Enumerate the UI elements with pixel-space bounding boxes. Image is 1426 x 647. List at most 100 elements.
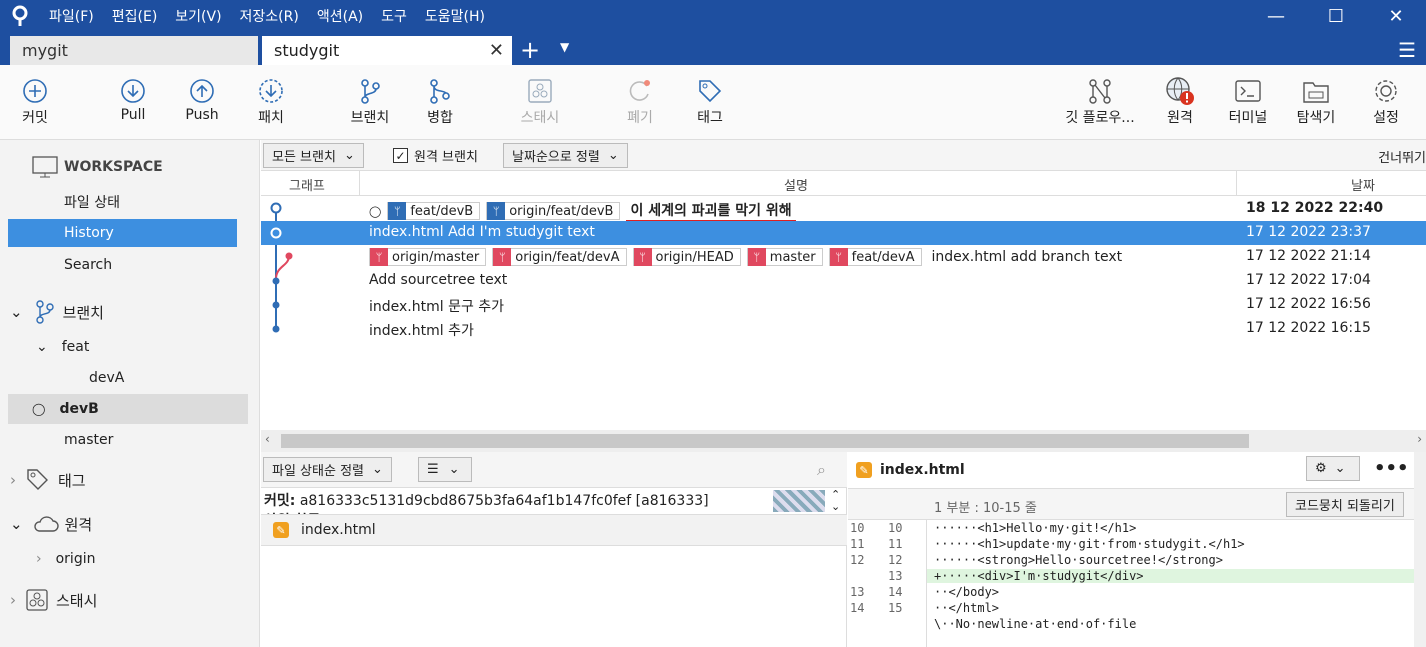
checkbox-checked-icon: ✓: [393, 148, 408, 163]
skip-label[interactable]: 건너뛰기: [1378, 147, 1426, 166]
merge-button[interactable]: 병합: [405, 75, 475, 127]
close-window-icon[interactable]: ✕: [1366, 0, 1426, 32]
menu-repository[interactable]: 저장소(R): [231, 6, 308, 26]
commit-row-selected[interactable]: index.html Add I'm studygit text 17 12 2…: [261, 221, 1426, 245]
commit-info: 커밋: a816333c5131d9cbd8675b3fa64af1b147fc…: [264, 493, 709, 509]
file-item[interactable]: ✎ index.html: [261, 514, 847, 546]
list-icon: ☰: [427, 462, 439, 477]
tab-bar: mygit studygit ✕ + ▼ ☰: [0, 32, 1426, 65]
diff-line: 14 15 ··</html>: [850, 601, 1000, 615]
new-tab-icon[interactable]: +: [520, 36, 540, 64]
terminal-button[interactable]: 터미널: [1213, 75, 1283, 127]
discard-button[interactable]: 폐기: [605, 75, 675, 127]
sidebar-stashes-header[interactable]: › 스태시: [10, 586, 97, 614]
diff-line: 10 10 ······<h1>Hello·my·git!</h1>: [850, 521, 1137, 535]
all-branches-dropdown[interactable]: 모든 브랜치 ⌄: [263, 143, 364, 168]
commit-icon: [0, 75, 70, 107]
hamburger-menu-icon[interactable]: ☰: [1398, 38, 1416, 62]
close-tab-icon[interactable]: ✕: [489, 40, 504, 61]
menu-view[interactable]: 보기(V): [166, 6, 230, 26]
current-branch-icon: ◯: [32, 402, 46, 416]
chevron-right-icon: ›: [36, 551, 42, 567]
sidebar-branch-devA[interactable]: devA: [89, 364, 124, 392]
pull-button[interactable]: Pull: [98, 75, 168, 123]
maximize-icon[interactable]: ☐: [1306, 0, 1366, 32]
tab-studygit[interactable]: studygit ✕: [262, 36, 512, 65]
sidebar-branch-devB[interactable]: ◯ devB: [8, 394, 248, 424]
search-icon[interactable]: ⌕: [817, 460, 826, 480]
title-bar: 파일(F) 편집(E) 보기(V) 저장소(R) 액션(A) 도구 도움말(H)…: [0, 0, 1426, 32]
sidebar-branch-master[interactable]: master: [64, 426, 113, 454]
commit-row[interactable]: index.html 문구 추가 17 12 2022 16:56: [261, 293, 1426, 317]
menu-help[interactable]: 도움말(H): [416, 6, 494, 26]
column-description[interactable]: 설명: [784, 175, 808, 194]
push-button[interactable]: Push: [167, 75, 237, 123]
patch-button[interactable]: 패치: [236, 75, 306, 127]
commit-row[interactable]: ᛘ origin/master ᛘ origin/feat/devA ᛘ origin…: [261, 245, 1426, 269]
tab-dropdown-icon[interactable]: ▼: [560, 40, 569, 54]
branch-icon: [335, 75, 405, 107]
explorer-button[interactable]: 탐색기: [1281, 75, 1351, 127]
commit-row[interactable]: ◯ ᛘ feat/devB ᛘ origin/feat/devB 이 세계의 파괴를…: [261, 197, 1426, 222]
branch-button[interactable]: 브랜치: [335, 75, 405, 127]
sidebar-branches-header[interactable]: ⌄ 브랜치: [10, 298, 104, 326]
settings-button[interactable]: 설정: [1351, 75, 1421, 127]
push-icon: [167, 75, 237, 107]
scrollbar-thumb[interactable]: [281, 434, 1249, 448]
branch-tag: ᛘ origin/HEAD: [632, 248, 741, 266]
sidebar-item-search[interactable]: Search: [64, 251, 112, 279]
terminal-icon: [1213, 75, 1283, 107]
workspace-header: WORKSPACE: [32, 153, 163, 181]
branch-icon: ᛘ: [747, 248, 766, 266]
git-flow-button[interactable]: 깃 플로우...: [1058, 75, 1142, 127]
sidebar-tags-header[interactable]: › 태그: [10, 466, 86, 494]
branch-icon: ᛘ: [370, 248, 388, 266]
more-options-icon[interactable]: •••: [1374, 458, 1409, 479]
sidebar: WORKSPACE 파일 상태 History Search ⌄ 브랜치 ⌄ f…: [0, 140, 260, 647]
menu-edit[interactable]: 편집(E): [103, 6, 167, 26]
branch-tag: ᛘ feat/devB: [387, 202, 481, 220]
sidebar-item-history[interactable]: History: [8, 219, 237, 247]
column-date[interactable]: 날짜: [1351, 175, 1375, 194]
scroll-left-icon: ‹: [265, 432, 270, 446]
diff-line: 11 11 ······<h1>update·my·git·from·studygi…: [850, 537, 1245, 551]
head-indicator-icon: ◯: [369, 204, 382, 218]
sidebar-remote-origin[interactable]: › origin: [36, 545, 95, 573]
diff-line: 13 +·····<div>I'm·studygit</div>: [848, 569, 1426, 585]
chevron-down-icon[interactable]: ⌄: [831, 500, 840, 513]
remote-branches-checkbox[interactable]: ✓ 원격 브랜치: [393, 146, 478, 165]
gear-icon: ⚙: [1315, 461, 1327, 476]
menu-actions[interactable]: 액션(A): [308, 6, 372, 26]
git-flow-icon: [1058, 75, 1142, 107]
sort-by-date-dropdown[interactable]: 날짜순으로 정렬 ⌄: [503, 143, 628, 168]
menu-tools[interactable]: 도구: [372, 6, 416, 26]
tab-mygit[interactable]: mygit: [10, 36, 258, 65]
tag-button[interactable]: 태그: [675, 75, 745, 127]
commit-row[interactable]: index.html 추가 17 12 2022 16:15: [261, 317, 1426, 341]
vertical-scrollbar[interactable]: [1414, 452, 1426, 647]
sourcetree-logo-icon: [0, 0, 40, 32]
revert-hunk-button[interactable]: 코드뭉치 되돌리기: [1286, 492, 1404, 517]
file-status-sort-dropdown[interactable]: 파일 상태순 정렬 ⌄: [263, 457, 392, 482]
horizontal-scrollbar[interactable]: ‹ ›: [261, 430, 1426, 452]
commit-row[interactable]: Add sourcetree text 17 12 2022 17:04: [261, 269, 1426, 293]
menu-file[interactable]: 파일(F): [40, 6, 103, 26]
view-mode-dropdown[interactable]: ☰ ⌄: [418, 457, 472, 482]
sidebar-folder-feat[interactable]: ⌄ feat: [36, 333, 89, 361]
modified-file-icon: ✎: [273, 522, 289, 538]
commit-button[interactable]: 커밋: [0, 75, 70, 127]
chevron-down-icon: ⌄: [10, 303, 23, 321]
stash-button[interactable]: 스태시: [505, 75, 575, 127]
sidebar-remotes-header[interactable]: ⌄ 원격: [10, 510, 92, 538]
column-graph[interactable]: 그래프: [289, 175, 325, 194]
discard-icon: [605, 75, 675, 107]
sidebar-item-file-status[interactable]: 파일 상태: [64, 188, 120, 216]
diff-settings-dropdown[interactable]: ⚙ ⌄: [1306, 456, 1360, 481]
branch-icon: [35, 300, 54, 324]
chevron-down-icon: ⌄: [343, 148, 355, 163]
branch-tag: ᛘ origin/feat/devB: [486, 202, 621, 220]
chevron-right-icon: ›: [10, 471, 16, 489]
globe-warning-icon: [1145, 75, 1215, 107]
remote-button[interactable]: 원격: [1145, 75, 1215, 127]
minimize-icon[interactable]: —: [1246, 0, 1306, 32]
